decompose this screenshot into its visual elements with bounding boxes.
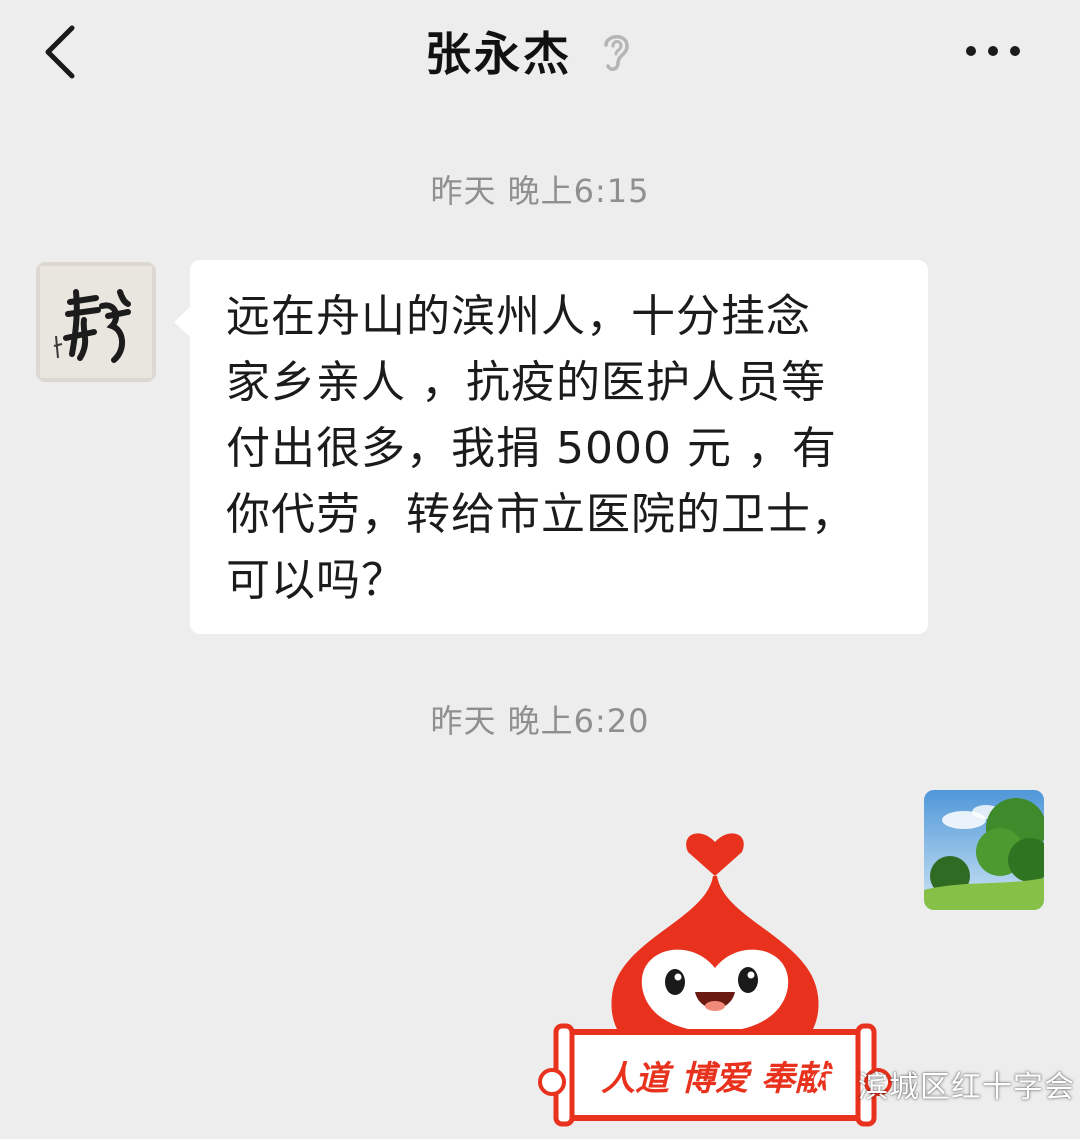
watermark-text: 滨城区红十字会 (858, 1070, 1075, 1105)
chat-title-group: 张永杰 (425, 18, 634, 84)
back-button[interactable] (30, 18, 90, 84)
message-timestamp: 昨天 晚上6:20 (430, 702, 650, 740)
message-text: 远在舟山的滨州人，十分挂念 家乡亲人 ，抗疫的医护人员等 付出很多，我捐 500… (226, 291, 856, 606)
chat-header: 张永杰 (0, 0, 1080, 100)
landscape-avatar-image (924, 790, 1044, 910)
contact-avatar[interactable] (36, 262, 156, 382)
chat-title: 张永杰 (425, 27, 572, 81)
more-dots-icon (966, 46, 1020, 56)
ear-icon (604, 35, 629, 71)
bubble-tail (174, 306, 191, 338)
my-avatar[interactable] (924, 790, 1044, 910)
sticker-banner-text: 人道 博爱 奉献 (601, 1059, 833, 1099)
calligraphy-avatar-image (36, 262, 156, 382)
chevron-left-icon (45, 25, 75, 79)
wechat-icon (813, 1068, 851, 1099)
watermark: 滨城区红十字会 (812, 1062, 1075, 1106)
message-timestamp: 昨天 晚上6:15 (430, 172, 650, 210)
incoming-message-bubble[interactable]: 远在舟山的滨州人，十分挂念 家乡亲人 ，抗疫的医护人员等 付出很多，我捐 500… (190, 260, 928, 634)
more-button[interactable] (958, 28, 1028, 74)
